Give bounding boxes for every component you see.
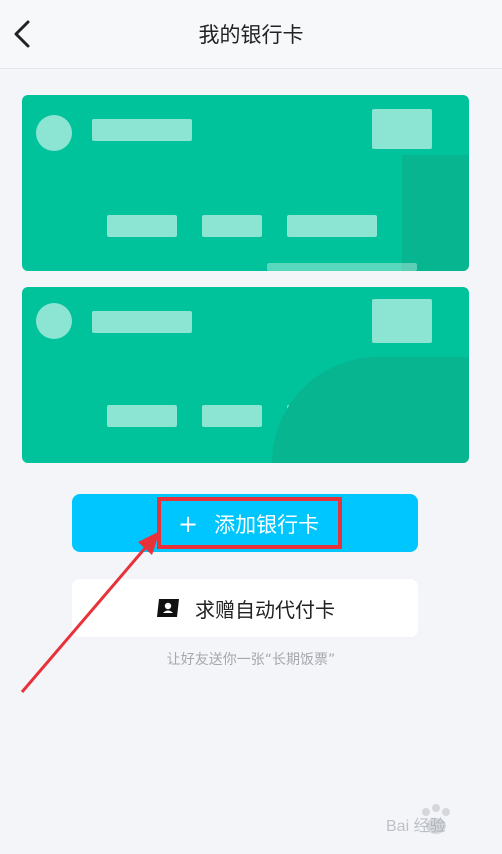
- add-bank-card-label: 添加银行卡: [214, 513, 320, 537]
- request-gift-card-button[interactable]: 求赠自动代付卡: [72, 579, 418, 637]
- plus-icon: +: [178, 510, 199, 538]
- watermark-text: Bai 经验: [386, 818, 446, 835]
- bank-name-blurred: [92, 311, 192, 333]
- bank-name-blurred: [92, 119, 192, 141]
- bank-card-1[interactable]: [22, 95, 469, 271]
- bank-card-2[interactable]: [22, 287, 469, 463]
- card-type-blurred: [372, 299, 432, 343]
- page-title: 我的银行卡: [198, 23, 304, 47]
- card-number-blurred: [202, 215, 262, 237]
- card-pattern: [272, 357, 469, 463]
- hint-text: 让好友送你一张“长期饭票”: [166, 652, 336, 668]
- bank-logo-icon: [36, 303, 72, 339]
- top-nav-bar: 我的银行卡: [0, 0, 502, 69]
- card-type-blurred: [372, 109, 432, 149]
- card-number-blurred: [287, 215, 377, 237]
- card-number-blurred: [107, 405, 177, 427]
- card-number-blurred: [107, 215, 177, 237]
- add-bank-card-content[interactable]: + 添加银行卡: [178, 509, 319, 539]
- card-pattern: [402, 155, 469, 271]
- card-number-blurred: [202, 405, 262, 427]
- card-pattern: [267, 263, 417, 271]
- request-gift-card-label: 求赠自动代付卡: [195, 597, 335, 622]
- gift-card-icon: [157, 599, 179, 617]
- bank-logo-icon: [36, 115, 72, 151]
